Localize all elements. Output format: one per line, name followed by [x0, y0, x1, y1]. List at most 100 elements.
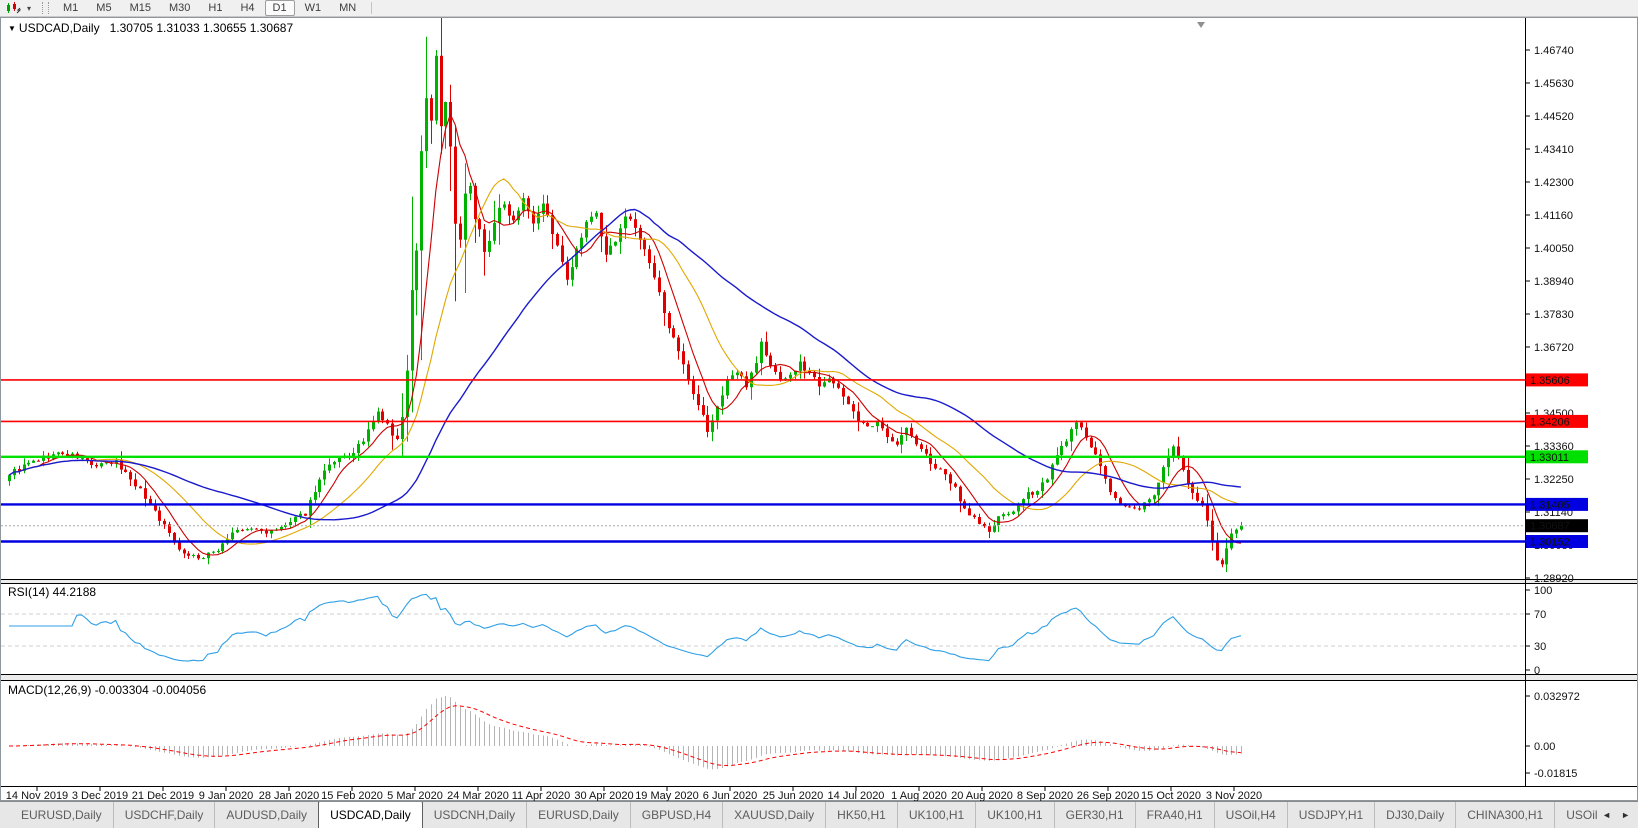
chart-cursor-icon[interactable]: [3, 1, 23, 15]
date-axis-label: 1 Aug 2020: [891, 790, 947, 801]
tab-hk50-h1[interactable]: HK50,H1: [825, 802, 897, 828]
toolbar-grip[interactable]: [42, 2, 49, 14]
timeframe-button-d1[interactable]: D1: [264, 0, 295, 16]
tab-uk100-h1[interactable]: UK100,H1: [896, 802, 975, 828]
price-badge: 1.33011: [1526, 450, 1588, 464]
price-badge: 1.30687: [1526, 519, 1588, 533]
timeframe-button-h4[interactable]: H4: [232, 0, 262, 16]
candles-layer[interactable]: [8, 18, 1243, 572]
chart-ohlc-values: 1.30705 1.31033 1.30655 1.30687: [109, 21, 294, 35]
tab-audusd-daily[interactable]: AUDUSD,Daily: [214, 802, 318, 828]
macd-indicator-label: MACD(12,26,9) -0.003304 -0.004056: [8, 683, 207, 697]
tab-eurusd-daily[interactable]: EURUSD,Daily: [10, 802, 113, 828]
chart-symbol: USDCAD,Daily: [18, 21, 100, 35]
timeframe-button-h1[interactable]: H1: [200, 0, 230, 16]
tab-uk100-h1[interactable]: UK100,H1: [975, 802, 1053, 828]
macd-axis: 0.032972 0.00 -0.01815: [1525, 691, 1580, 780]
date-axis-label: 14 Jul 2020: [828, 790, 885, 801]
tab-fra40-h1[interactable]: FRA40,H1: [1134, 802, 1214, 828]
price-badge: 1.31405: [1526, 497, 1588, 511]
tab-scroll-left-icon[interactable]: ◄: [1602, 810, 1611, 820]
price-axis-label: 1.44520: [1534, 111, 1574, 123]
chevron-down-icon[interactable]: ▾: [23, 4, 35, 13]
rsi-axis: 100 70 30 0: [1525, 585, 1552, 677]
tab-usoil-h4[interactable]: USOil,H4: [1213, 802, 1287, 828]
rsi-indicator-label: RSI(14) 44.2188: [8, 585, 97, 599]
macd-panel[interactable]: [9, 696, 1242, 770]
date-axis-label: 3 Nov 2020: [1206, 790, 1262, 801]
date-axis-label: 11 Apr 2020: [512, 790, 571, 801]
ma-line-7: [8, 112, 1241, 556]
timeframe-button-m30[interactable]: M30: [161, 0, 198, 16]
tab-xauusd-daily[interactable]: XAUUSD,Daily: [722, 802, 825, 828]
date-axis-label: 24 Mar 2020: [447, 790, 509, 801]
date-axis-label: 3 Dec 2019: [72, 790, 128, 801]
date-axis-label: 20 Aug 2020: [951, 790, 1013, 801]
price-badge: 1.30152: [1526, 535, 1588, 549]
timeframe-button-mn[interactable]: MN: [331, 0, 364, 16]
macd-axis-label: 0.00: [1534, 741, 1555, 753]
tab-scroll-right-icon[interactable]: ►: [1621, 810, 1630, 820]
date-axis-label: 28 Jan 2020: [259, 790, 320, 801]
price-badge-value: 1.33011: [1530, 452, 1569, 464]
tab-dj30-daily[interactable]: DJ30,Daily: [1374, 802, 1455, 828]
price-axis-label: 1.43410: [1534, 144, 1574, 156]
date-axis-label: 21 Dec 2019: [132, 790, 194, 801]
rsi-axis-label: 30: [1534, 641, 1546, 653]
date-axis-label: 8 Sep 2020: [1017, 790, 1073, 801]
panel-frames: [1, 18, 1637, 787]
symbol-tabbar: EURUSD,Daily USDCHF,Daily AUDUSD,Daily USDC…: [0, 801, 1638, 828]
tab-gbpusd-h4[interactable]: GBPUSD,H4: [629, 802, 722, 828]
tab-scroll-arrows: ◄ ►: [1598, 802, 1634, 828]
price-axis-label: 1.32250: [1534, 474, 1574, 486]
price-badge-value: 1.30152: [1530, 537, 1570, 549]
chart-shift-marker: [1197, 22, 1205, 28]
date-axis-label: 15 Feb 2020: [321, 790, 383, 801]
price-axis-label: 1.38940: [1534, 276, 1574, 288]
rsi-panel[interactable]: [1, 593, 1525, 662]
chevron-down-icon[interactable]: ▼: [8, 24, 16, 33]
rsi-axis-label: 100: [1534, 585, 1552, 597]
chart-window: 1.46740 1.45630 1.44520 1.43410 1.42300 1.411…: [0, 17, 1638, 801]
rsi-axis-label: 70: [1534, 609, 1546, 621]
tab-usdcad-daily[interactable]: USDCAD,Daily: [318, 802, 423, 828]
tab-usdjpy-h1[interactable]: USDJPY,H1: [1286, 802, 1374, 828]
date-axis-label: 15 Oct 2020: [1141, 790, 1201, 801]
price-badge: 1.35606: [1526, 373, 1588, 387]
price-axis-label: 1.42300: [1534, 177, 1574, 189]
timeframe-button-w1[interactable]: W1: [297, 0, 330, 16]
price-axis-label: 1.37830: [1534, 309, 1574, 321]
price-axis-label: 1.41160: [1534, 210, 1573, 222]
date-axis-label: 9 Jan 2020: [199, 790, 253, 801]
chart-title: ▼ USDCAD,Daily 1.30705 1.31033 1.30655 1.3…: [8, 21, 293, 35]
tab-china300-h1[interactable]: CHINA300,H1: [1455, 802, 1554, 828]
price-badge-value: 1.34206: [1530, 416, 1570, 428]
tab-usdcnh-daily[interactable]: USDCNH,Daily: [423, 802, 526, 828]
tab-usdchf-daily[interactable]: USDCHF,Daily: [112, 802, 215, 828]
timeframe-button-m5[interactable]: M5: [88, 0, 119, 16]
price-chart-canvas[interactable]: 1.46740 1.45630 1.44520 1.43410 1.42300 1.411…: [1, 18, 1637, 801]
date-axis[interactable]: 14 Nov 2019 3 Dec 2019 21 Dec 2019 9 Jan 20…: [6, 786, 1262, 802]
price-badge-value: 1.31405: [1530, 499, 1570, 511]
price-axis-label: 1.45630: [1534, 78, 1574, 90]
timeframe-button-m15[interactable]: M15: [122, 0, 159, 16]
price-axis-label: 1.46740: [1534, 45, 1574, 57]
date-axis-label: 19 May 2020: [635, 790, 699, 801]
ma-line-45: [8, 208, 1241, 521]
toolbar-separator: [371, 2, 373, 14]
tab-ger30-h1[interactable]: GER30,H1: [1053, 802, 1135, 828]
date-axis-label: 25 Jun 2020: [763, 790, 824, 801]
price-badge: 1.34206: [1526, 414, 1588, 428]
rsi-axis-label: 0: [1534, 665, 1540, 677]
macd-axis-label: 0.032972: [1534, 691, 1580, 703]
price-badge-value: 1.35606: [1530, 375, 1570, 387]
timeframe-buttons: M1 M5 M15 M30 H1 H4 D1 W1 MN: [54, 0, 365, 16]
timeframe-button-m1[interactable]: M1: [55, 0, 86, 16]
date-axis-label: 26 Sep 2020: [1077, 790, 1139, 801]
date-axis-label: 5 Mar 2020: [387, 790, 443, 801]
tab-eurusd-daily[interactable]: EURUSD,Daily: [526, 802, 630, 828]
timeframe-toolbar: ▾ M1 M5 M15 M30 H1 H4 D1 W1 MN: [0, 0, 1638, 17]
date-axis-label: 14 Nov 2019: [6, 790, 68, 801]
price-axis-label: 1.36720: [1534, 342, 1574, 354]
macd-axis-label: -0.01815: [1534, 768, 1577, 780]
